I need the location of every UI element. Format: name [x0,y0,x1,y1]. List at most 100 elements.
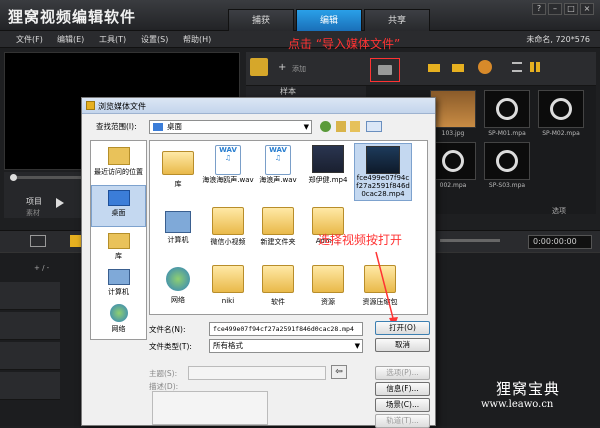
menu-file[interactable]: 文件(F) [16,34,43,45]
file-name: 软件 [271,298,285,306]
overlay-track-header[interactable] [0,312,60,340]
file-item[interactable]: 郑伊健.mp4 [302,145,354,185]
add-label[interactable]: 添加 [292,64,306,74]
open-button[interactable]: 打开(O) [375,321,430,335]
places-bar: 最近访问的位置 桌面 库 计算机 网络 [90,140,147,340]
menu-edit[interactable]: 编辑(E) [57,34,84,45]
subject-input[interactable] [188,366,326,380]
file-item[interactable]: WAV ♫ 海浪海鸥声.wav [202,145,254,185]
file-name: 库 [174,180,182,188]
back-icon[interactable] [320,121,331,132]
scrubber-handle[interactable] [10,174,17,181]
video-thumbnail-icon [366,146,400,174]
project-mode-label[interactable]: 项目 [26,196,42,207]
tab-capture[interactable]: 捕获 [228,9,294,31]
dialog-title: 浏览媒体文件 [98,102,146,111]
image-filter-icon[interactable] [452,64,464,72]
view-menu-icon[interactable] [366,121,382,132]
storyboard-view-icon[interactable] [30,235,46,247]
file-item-selected[interactable]: fce499e07f94cf27a2591f846d0cac28.mp4 [354,143,412,201]
menu-tools[interactable]: 工具(T) [99,34,126,45]
folder-icon [212,265,244,293]
place-network[interactable]: 网络 [91,301,146,343]
folder-icon [262,207,294,235]
menu-help[interactable]: 帮助(H) [183,34,211,45]
folder-icon [212,207,244,235]
place-label: 桌面 [111,209,126,217]
library-thumb-label: SP-M02.mpa [542,130,580,137]
import-hint-annotation: 点击 “导入媒体文件” [288,37,401,51]
subject-label: 主题(S): [149,369,178,378]
options-label[interactable]: 选项 [552,206,566,216]
tab-edit[interactable]: 编辑 [296,9,362,31]
look-in-label: 查找范围(I): [96,122,137,131]
place-recent[interactable]: 最近访问的位置 [91,145,146,187]
import-media-button[interactable] [370,58,400,82]
file-item[interactable]: 资源 [302,265,354,307]
up-folder-icon[interactable] [336,121,346,132]
list-view-icon[interactable] [512,62,522,72]
cancel-button[interactable]: 取消 [375,338,430,352]
flash-filter-icon[interactable] [478,60,492,74]
new-folder-icon[interactable] [350,121,360,132]
place-label: 最近访问的位置 [94,168,143,176]
timeline-zoom-label[interactable]: + / - [34,264,49,272]
library-thumb[interactable] [430,90,476,128]
annotation-arrow [375,251,398,328]
tab-share[interactable]: 共享 [364,9,430,31]
look-in-value: 桌面 [167,122,182,131]
audio-disc-icon[interactable] [430,142,476,180]
file-item[interactable]: 微信小视频 [202,207,254,247]
library-icon[interactable] [250,58,268,76]
place-label: 计算机 [108,288,129,296]
add-icon[interactable]: + [278,62,286,73]
file-name: 新建文件夹 [260,238,296,246]
thumb-view-icon[interactable] [530,62,540,72]
minimize-icon[interactable]: – [548,3,562,15]
video-filter-icon[interactable] [428,64,440,72]
app-title: 狸窝视频编辑软件 [8,8,137,26]
folder-icon [378,65,392,75]
menu-settings[interactable]: 设置(S) [141,34,168,45]
recent-folder-icon [107,147,130,165]
file-item[interactable]: niki [202,265,254,305]
file-item[interactable]: 新建文件夹 [252,207,304,247]
file-item[interactable]: 库 [152,147,204,189]
file-item[interactable]: 计算机 [152,211,204,245]
filetype-value: 所有格式 [213,341,243,350]
audio-disc-icon[interactable] [484,90,530,128]
zoom-slider[interactable] [440,239,500,242]
look-in-dropdown[interactable]: 桌面 ▼ [149,120,312,134]
timeline-timecode[interactable]: 0:00:00:00 [528,235,592,249]
title-bar: 狸窝视频编辑软件 捕获 编辑 共享 ? – □ × [0,0,600,31]
browse-media-dialog: 浏览媒体文件 查找范围(I): 桌面 ▼ 最近访问的位置 桌面 库 计算机 网络 [81,97,436,428]
title-track-header[interactable] [0,342,60,370]
description-textarea[interactable] [152,391,268,425]
play-icon[interactable] [56,198,64,208]
audio-disc-icon[interactable] [484,142,530,180]
info-button[interactable]: 信息(F)... [375,382,430,396]
filetype-dropdown[interactable]: 所有格式 ▼ [209,339,363,353]
desktop-icon [153,123,163,131]
file-item[interactable]: WAV ♫ 海浪声.wav [252,145,304,185]
clip-mode-label[interactable]: 素材 [26,208,40,218]
place-desktop[interactable]: 桌面 [91,185,146,227]
audio-disc-icon[interactable] [538,90,584,128]
file-name: niki [221,297,235,305]
audio-track-header[interactable] [0,372,60,400]
scene-button[interactable]: 场景(C)... [375,398,430,412]
library-toolbar: + 添加 [246,52,596,86]
file-name: 资源 [321,298,335,306]
options-button[interactable]: 选项(P)... [375,366,430,380]
help-icon[interactable]: ? [532,3,546,15]
file-item[interactable]: 网络 [152,267,204,305]
video-track-header[interactable] [0,282,60,310]
close-icon[interactable]: × [580,3,594,15]
dialog-app-icon [86,101,95,110]
maximize-icon[interactable]: □ [564,3,578,15]
file-item[interactable]: 软件 [252,265,304,307]
filename-input[interactable]: fce499e07f94cf27a2591f846d0cac28.mp4 [209,322,363,336]
arrow-left-icon[interactable]: ⇦ [331,365,347,379]
folder-icon [312,265,344,293]
file-name: fce499e07f94cf27a2591f846d0cac28.mp4 [356,174,410,198]
